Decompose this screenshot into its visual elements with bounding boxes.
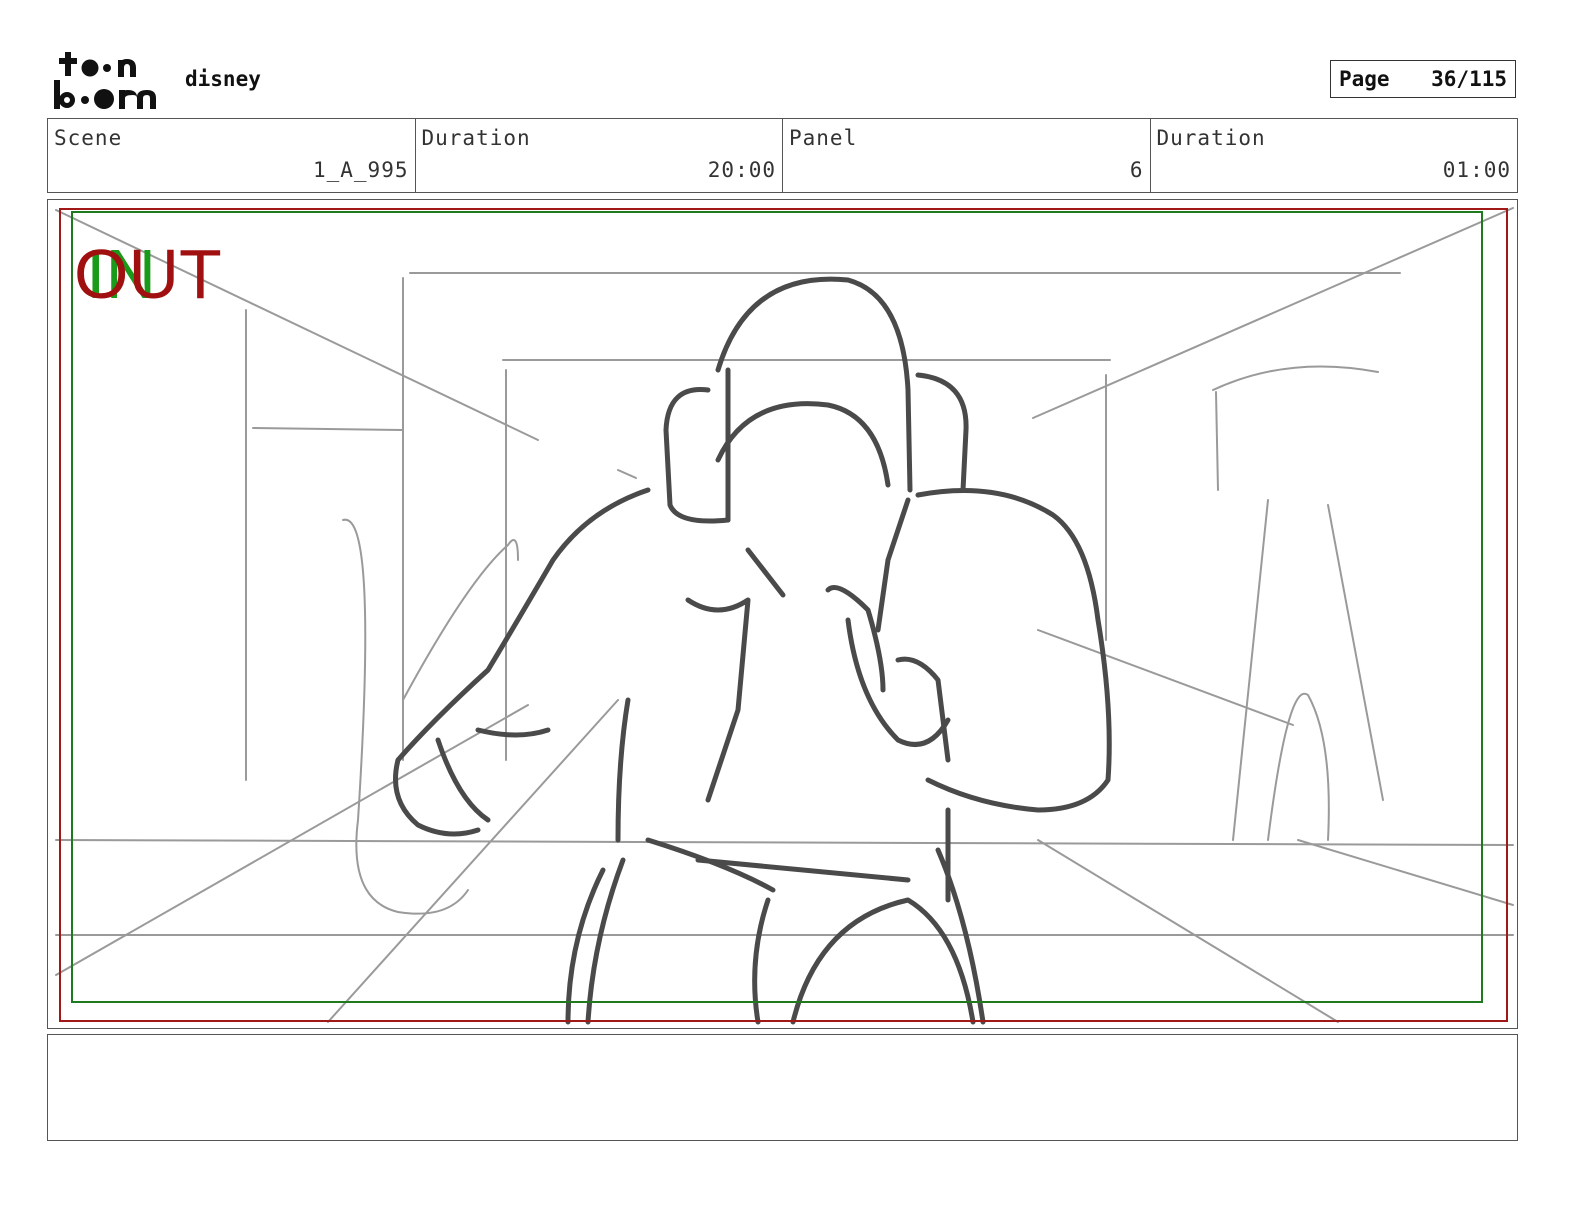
notes-area — [47, 1034, 1518, 1141]
page-label: Page — [1339, 67, 1390, 91]
scene-label: Scene — [54, 126, 123, 150]
scene-duration-value: 20:00 — [707, 158, 776, 182]
scene-cell: Scene 1_A_995 — [48, 119, 416, 192]
project-name: disney — [185, 67, 261, 91]
storyboard-panel: IN OUT — [47, 199, 1518, 1029]
page-indicator: Page 36/115 — [1330, 60, 1516, 98]
page-number: 36/115 — [1431, 67, 1507, 91]
panel-duration-cell: Duration 01:00 — [1151, 119, 1518, 192]
safe-frame — [71, 211, 1483, 1003]
scene-duration-label: Duration — [421, 126, 531, 150]
panel-duration-label: Duration — [1156, 126, 1266, 150]
scene-value: 1_A_995 — [312, 158, 409, 182]
panel-label: Panel — [789, 126, 858, 150]
camera-frame — [59, 208, 1508, 1022]
background-sketch — [55, 207, 1514, 1023]
panel-duration-value: 01:00 — [1442, 158, 1511, 182]
info-table: Scene 1_A_995 Duration 20:00 Panel 6 Dur… — [47, 118, 1518, 193]
toon-boom-logo — [54, 52, 156, 109]
panel-cell: Panel 6 — [783, 119, 1151, 192]
panel-value: 6 — [1129, 158, 1144, 182]
scene-duration-cell: Duration 20:00 — [416, 119, 783, 192]
panel-drawing: IN OUT — [55, 207, 1514, 1025]
out-marker: OUT — [74, 235, 222, 313]
character-sketch — [393, 276, 1112, 1025]
